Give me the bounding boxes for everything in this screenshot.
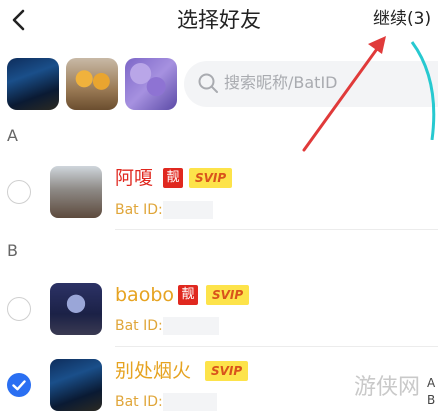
bat-id-value-redacted [163,317,219,335]
liang-badge: 靓 [163,168,183,188]
bat-id-label: Bat ID: [115,202,163,218]
svip-badge: SVIP [189,168,233,188]
friend-nickname: 阿嗄 [115,167,154,189]
index-letter-a[interactable]: A [427,376,435,390]
selected-avatar-1[interactable] [7,58,59,110]
check-icon [12,380,26,391]
svip-badge: SVIP [205,361,249,381]
selected-avatar-2[interactable] [66,58,118,110]
select-radio[interactable] [7,297,31,321]
selected-avatar-3[interactable] [125,58,177,110]
friend-nickname: baobo [115,284,175,306]
bat-id-value-redacted [163,393,217,411]
section-letter-a: A [7,126,18,145]
watermark: 游侠网 [354,375,421,400]
search-icon [198,73,218,93]
avatar [50,283,102,335]
section-letter-b: B [7,241,18,260]
avatar [50,166,102,218]
friend-nickname: 别处烟火 [115,360,192,382]
avatar [50,359,102,411]
bat-id-value-redacted [163,201,213,219]
index-letter-b[interactable]: B [427,393,435,407]
continue-button[interactable]: 继续(3) [373,7,431,31]
row-divider [115,346,438,347]
annotation-arrow [302,36,386,152]
liang-badge: 靓 [178,285,198,305]
decorative-arc [410,41,436,140]
row-divider [115,229,438,230]
bat-id-label: Bat ID: [115,318,163,334]
select-radio-checked[interactable] [7,373,31,397]
svip-badge: SVIP [206,285,250,305]
select-radio[interactable] [7,180,31,204]
bat-id-label: Bat ID: [115,394,163,410]
